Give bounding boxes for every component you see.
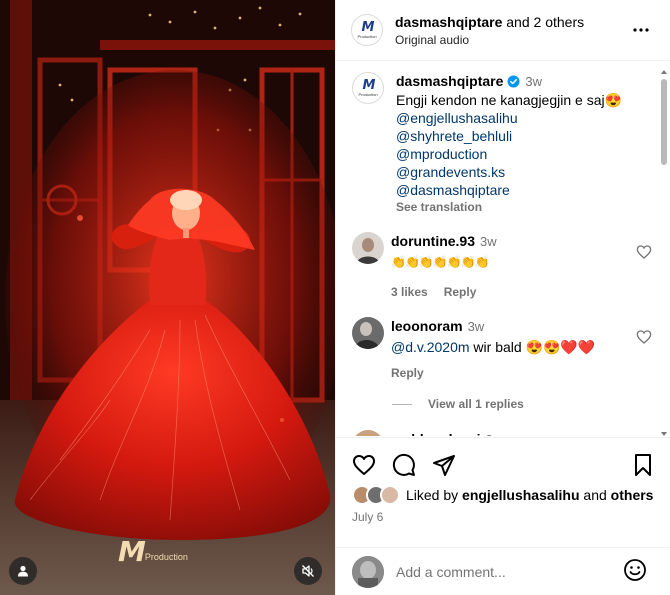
avatar-logo-mark: M bbox=[362, 77, 376, 93]
caption-time[interactable]: 3w bbox=[525, 74, 542, 89]
scroll-down-arrow[interactable] bbox=[661, 432, 667, 436]
liked-by-and: and bbox=[583, 487, 607, 503]
add-comment-bar bbox=[336, 547, 670, 595]
see-translation-button[interactable]: See translation bbox=[396, 199, 656, 215]
comments-scrollbar[interactable] bbox=[660, 70, 668, 436]
caption-username[interactable]: dasmashqiptare bbox=[396, 73, 503, 89]
post-media-video[interactable]: M Production bbox=[0, 0, 335, 595]
collaborators-link[interactable]: and 2 others bbox=[506, 14, 584, 30]
avatar-logo-sub: Production bbox=[357, 33, 377, 39]
commenter-avatar[interactable] bbox=[352, 232, 384, 264]
audio-link[interactable]: Original audio bbox=[395, 32, 584, 48]
video-frame-bride-red-dress bbox=[0, 0, 335, 595]
comment-time[interactable]: 3w bbox=[485, 432, 502, 436]
caption-mention[interactable]: @mproduction bbox=[396, 145, 656, 163]
more-horizontal-icon bbox=[633, 28, 649, 32]
speaker-muted-icon bbox=[302, 565, 314, 577]
post-details-panel: M Production dasmashqiptare and 2 others… bbox=[335, 0, 670, 595]
liked-by-others[interactable]: others bbox=[611, 487, 654, 503]
heart-icon[interactable] bbox=[636, 329, 652, 345]
comment-item: meldonalesoi 3w bbox=[352, 430, 652, 436]
caption-mention[interactable]: @grandevents.ks bbox=[396, 163, 656, 181]
post-caption: M Production dasmashqiptare 3w Engji kend… bbox=[352, 72, 656, 215]
current-user-avatar bbox=[352, 555, 384, 588]
avatar-logo-sub: Production bbox=[358, 91, 378, 97]
header-text: dasmashqiptare and 2 others Original aud… bbox=[395, 13, 584, 48]
liker-avatar bbox=[380, 485, 400, 505]
watermark-mark: M bbox=[118, 535, 146, 568]
post-actions: Liked by engjellushasalihu and others Ju… bbox=[336, 437, 670, 547]
comment-item: doruntine.93 3w 👏👏👏👏👏👏👏 3 likes Reply bbox=[352, 232, 652, 299]
comment-bubble-icon[interactable] bbox=[392, 453, 416, 477]
paper-plane-icon[interactable] bbox=[432, 453, 456, 477]
comment-input[interactable] bbox=[396, 563, 616, 580]
more-options-button[interactable] bbox=[631, 20, 651, 40]
commenter-avatar[interactable] bbox=[352, 317, 384, 349]
comment-text: wir bald 😍😍❤️❤️ bbox=[469, 339, 596, 355]
view-replies-label: View all 1 replies bbox=[428, 397, 524, 411]
verified-badge-icon bbox=[507, 75, 520, 88]
caption-author-avatar[interactable]: M Production bbox=[352, 72, 384, 104]
view-replies-button[interactable]: View all 1 replies bbox=[392, 397, 524, 411]
liked-by-row[interactable]: Liked by engjellushasalihu and others bbox=[352, 485, 653, 505]
smiley-icon[interactable] bbox=[623, 558, 647, 582]
reply-button[interactable]: Reply bbox=[391, 366, 424, 380]
author-username-link[interactable]: dasmashqiptare bbox=[395, 14, 502, 30]
liked-by-prefix: Liked by bbox=[406, 487, 459, 503]
heart-icon[interactable] bbox=[636, 244, 652, 260]
post-date[interactable]: July 6 bbox=[352, 510, 383, 524]
caption-text: Engji kendon ne kanagjegjin e saj😍 bbox=[396, 92, 623, 108]
person-icon bbox=[18, 565, 28, 577]
comment-username[interactable]: doruntine.93 bbox=[391, 233, 475, 249]
comment-username[interactable]: leoonoram bbox=[391, 318, 463, 334]
reply-button[interactable]: Reply bbox=[444, 285, 477, 299]
comment-mention[interactable]: @d.v.2020m bbox=[391, 339, 470, 355]
comments-list[interactable]: M Production dasmashqiptare 3w Engji kend… bbox=[336, 62, 670, 436]
commenter-avatar[interactable] bbox=[352, 430, 384, 436]
comment-username[interactable]: meldonalesoi bbox=[391, 431, 480, 436]
comment-text: 👏👏👏👏👏👏👏 bbox=[391, 255, 490, 269]
comment-time[interactable]: 3w bbox=[480, 234, 497, 249]
bookmark-icon[interactable] bbox=[631, 453, 655, 477]
watermark-text: Production bbox=[144, 552, 188, 562]
tagged-users-button[interactable] bbox=[9, 557, 37, 585]
instagram-post-modal: M Production M Production dasmashqiptare… bbox=[0, 0, 670, 595]
comment-time[interactable]: 3w bbox=[468, 319, 485, 334]
caption-mention[interactable]: @engjellushasalihu bbox=[396, 109, 656, 127]
scroll-thumb[interactable] bbox=[661, 79, 667, 165]
post-header: M Production dasmashqiptare and 2 others… bbox=[336, 0, 670, 61]
mute-toggle-button[interactable] bbox=[294, 557, 322, 585]
scroll-up-arrow[interactable] bbox=[661, 70, 667, 74]
heart-icon[interactable] bbox=[352, 453, 376, 477]
author-avatar[interactable]: M Production bbox=[351, 14, 383, 46]
caption-mention[interactable]: @shyhrete_behluli bbox=[396, 127, 656, 145]
comment-likes-count[interactable]: 3 likes bbox=[391, 285, 428, 299]
caption-mention[interactable]: @dasmashqiptare bbox=[396, 181, 656, 199]
comment-item: leoonoram 3w @d.v.2020m wir bald 😍😍❤️❤️ R… bbox=[352, 317, 652, 380]
production-watermark-logo: M Production bbox=[118, 535, 188, 568]
replies-divider bbox=[392, 403, 412, 405]
liked-by-user[interactable]: engjellushasalihu bbox=[462, 487, 579, 503]
avatar-logo-mark: M bbox=[361, 19, 375, 35]
